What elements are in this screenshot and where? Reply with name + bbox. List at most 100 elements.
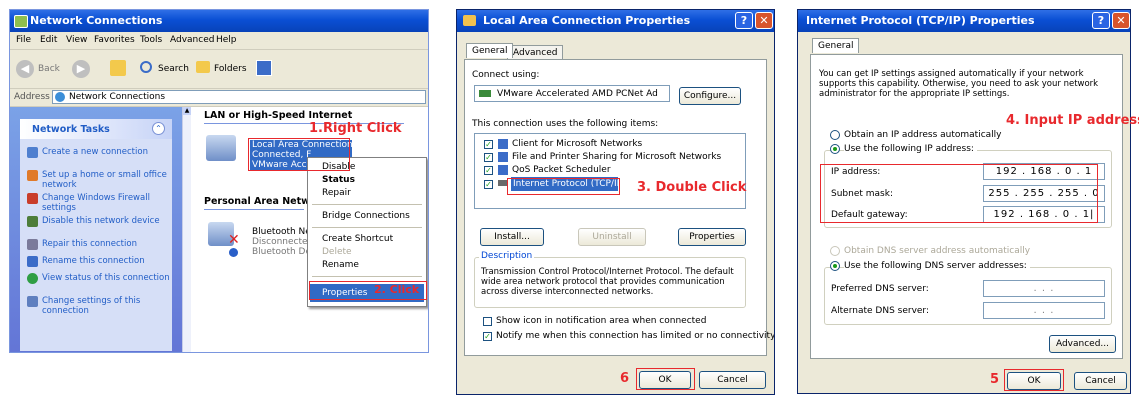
tcpip-title: Internet Protocol (TCP/IP) Properties	[806, 14, 1035, 27]
use-dns-radio[interactable]	[830, 261, 840, 271]
tab-advanced-label: Advanced	[513, 48, 558, 58]
menu-file[interactable]: File	[16, 35, 31, 45]
preferred-dns-input[interactable]: . . .	[983, 280, 1105, 297]
menu-item-status[interactable]: Status	[322, 175, 355, 185]
task-firewall[interactable]: Change Windows Firewall settings	[42, 193, 182, 213]
task-view-status[interactable]: View status of this connection	[42, 273, 182, 283]
address-field[interactable]: Network Connections	[52, 90, 426, 104]
notify-checkbox[interactable]: ✓	[483, 332, 492, 341]
help-icon[interactable]: ?	[1092, 12, 1110, 29]
step4-label: 4. Input IP address	[1006, 113, 1139, 128]
search-icon[interactable]	[140, 61, 152, 73]
notify-label[interactable]: Notify me when this connection has limit…	[496, 331, 774, 341]
intro-text: You can get IP settings assigned automat…	[819, 69, 1099, 99]
task-repair[interactable]: Repair this connection	[42, 239, 182, 249]
auto-dns-radio[interactable]	[830, 246, 840, 256]
network-globe-icon	[55, 92, 65, 102]
menu-tools[interactable]: Tools	[140, 35, 162, 45]
change-settings-icon	[27, 296, 38, 307]
step1-label: 1.Right Click	[309, 121, 402, 136]
task-home-network[interactable]: Set up a home or small office network	[42, 170, 182, 190]
menu-item-rename[interactable]: Rename	[322, 260, 359, 270]
item-qos-label[interactable]: QoS Packet Scheduler	[512, 165, 611, 175]
tcpip-cancel-button[interactable]: Cancel	[1074, 372, 1127, 390]
task-create-connection[interactable]: Create a new connection	[42, 147, 182, 157]
explorer-title: Network Connections	[30, 14, 163, 27]
alternate-dns-input[interactable]: . . .	[983, 302, 1105, 319]
create-connection-icon	[27, 147, 38, 158]
menu-item-bridge[interactable]: Bridge Connections	[322, 211, 410, 221]
folders-button-label[interactable]: Folders	[214, 64, 247, 74]
forward-arrow-icon[interactable]: ▶	[72, 60, 90, 78]
help-icon[interactable]: ?	[735, 12, 753, 29]
use-ip-label[interactable]: Use the following IP address:	[844, 144, 977, 154]
menu-help[interactable]: Help	[216, 35, 237, 45]
close-icon[interactable]: ✕	[755, 12, 773, 29]
network-tasks-header[interactable]: Network Tasks ⌃	[20, 119, 172, 139]
alternate-dns-label: Alternate DNS server:	[831, 306, 930, 316]
show-icon-checkbox[interactable]	[483, 317, 492, 326]
item-sharing-checkbox[interactable]: ✓	[484, 153, 493, 162]
network-folder-icon	[14, 15, 28, 28]
menu-edit[interactable]: Edit	[40, 35, 57, 45]
adapter-field: VMware Accelerated AMD PCNet Ad	[474, 85, 670, 102]
disconnected-x-icon: ✕	[228, 232, 240, 248]
pane-scrollbar[interactable]: ▲	[182, 107, 191, 352]
lan-props-title: Local Area Connection Properties	[483, 14, 691, 27]
up-folder-icon[interactable]	[110, 60, 126, 76]
tab-general[interactable]: General	[466, 43, 514, 58]
item-sharing-label[interactable]: File and Printer Sharing for Microsoft N…	[512, 152, 721, 162]
configure-button[interactable]: Configure...	[679, 87, 741, 105]
scroll-up-icon[interactable]: ▲	[183, 107, 191, 115]
tab-advanced[interactable]: Advanced	[507, 45, 564, 60]
step6-highlight-box	[636, 368, 695, 390]
address-bar: Address Network Connections	[10, 89, 428, 107]
tab-general[interactable]: General	[812, 38, 860, 53]
close-icon[interactable]: ✕	[1112, 12, 1130, 29]
install-button[interactable]: Install...	[480, 228, 544, 246]
explorer-titlebar[interactable]: Network Connections	[10, 10, 428, 32]
collapse-chevron-icon[interactable]: ⌃	[152, 122, 165, 135]
menu-item-delete[interactable]: Delete	[322, 247, 352, 257]
lan-props-titlebar[interactable]: Local Area Connection Properties ? ✕	[457, 10, 774, 32]
properties-button[interactable]: Properties	[678, 228, 746, 246]
lan-cancel-button[interactable]: Cancel	[699, 371, 766, 389]
items-label: This connection uses the following items…	[472, 119, 659, 129]
back-arrow-icon[interactable]: ◀	[16, 60, 34, 78]
task-change-settings[interactable]: Change settings of this connection	[42, 296, 182, 316]
use-dns-label[interactable]: Use the following DNS server addresses:	[844, 261, 1030, 271]
disable-device-icon	[27, 216, 38, 227]
menu-favorites[interactable]: Favorites	[94, 35, 135, 45]
search-button-label[interactable]: Search	[158, 64, 189, 74]
menu-item-shortcut[interactable]: Create Shortcut	[322, 234, 393, 244]
folders-icon[interactable]	[196, 61, 210, 73]
preferred-dns-label: Preferred DNS server:	[831, 284, 929, 294]
bt-item-name[interactable]: Bluetooth Net	[252, 227, 314, 237]
menu-view[interactable]: View	[66, 35, 87, 45]
show-icon-label[interactable]: Show icon in notification area when conn…	[496, 316, 706, 326]
item-qos-checkbox[interactable]: ✓	[484, 166, 493, 175]
repair-icon	[27, 239, 38, 250]
back-button-label[interactable]: Back	[38, 64, 60, 74]
uninstall-button[interactable]: Uninstall	[578, 228, 646, 246]
item-client-label[interactable]: Client for Microsoft Networks	[512, 139, 642, 149]
menu-separator	[312, 227, 422, 228]
menu-item-repair[interactable]: Repair	[322, 188, 351, 198]
sharing-icon	[498, 152, 508, 162]
tcpip-titlebar[interactable]: Internet Protocol (TCP/IP) Properties ? …	[798, 10, 1130, 32]
menu-advanced[interactable]: Advanced	[170, 35, 214, 45]
item-client-checkbox[interactable]: ✓	[484, 140, 493, 149]
section-lan-heading: LAN or High-Speed Internet	[204, 110, 353, 121]
explorer-toolbar: ◀ Back ▶ Search Folders	[10, 50, 428, 89]
task-rename[interactable]: Rename this connection	[42, 256, 182, 266]
step4-highlight-box	[820, 164, 1098, 223]
views-grid-icon[interactable]	[256, 60, 272, 76]
lan-connection-icon[interactable]	[206, 135, 236, 161]
item-tcpip-checkbox[interactable]: ✓	[484, 180, 493, 189]
auto-ip-radio[interactable]	[830, 130, 840, 140]
advanced-button[interactable]: Advanced...	[1049, 335, 1116, 353]
task-disable-device[interactable]: Disable this network device	[42, 216, 182, 226]
firewall-icon	[27, 193, 38, 204]
auto-ip-label[interactable]: Obtain an IP address automatically	[844, 130, 1002, 140]
use-ip-radio[interactable]	[830, 144, 840, 154]
